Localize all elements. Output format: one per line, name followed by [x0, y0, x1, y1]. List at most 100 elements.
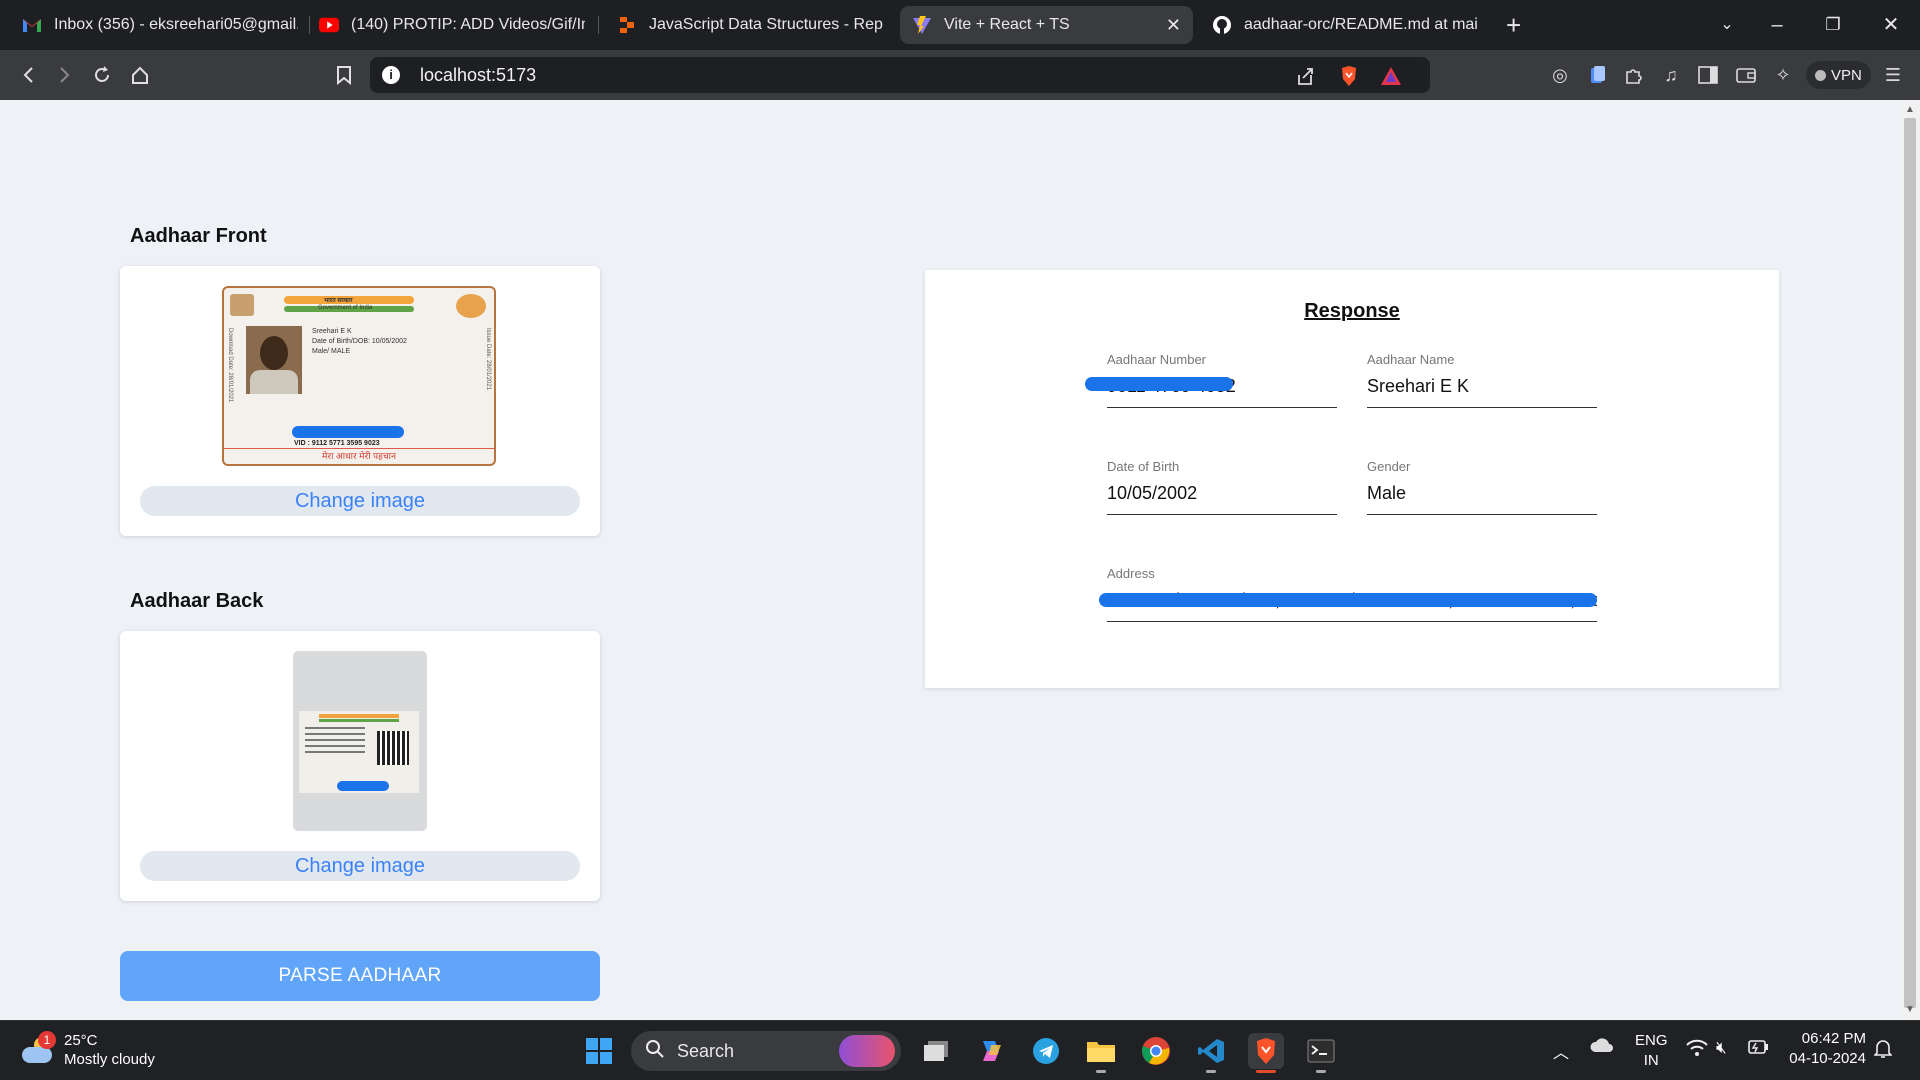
sidebar-icon[interactable]	[1697, 64, 1719, 86]
windows-start-icon[interactable]	[581, 1033, 617, 1069]
target-icon[interactable]: ◎	[1549, 64, 1571, 86]
qr-code-icon	[377, 731, 409, 765]
download-date-text: Download Date: 28/01/2021	[227, 328, 233, 403]
page-scrollbar[interactable]: ▲ ▼	[1900, 100, 1920, 1020]
weather-desc: Mostly cloudy	[64, 1051, 155, 1068]
onedrive-cloud-icon[interactable]	[1590, 1037, 1614, 1057]
aadhaar-name-field[interactable]: Aadhaar Name Sreehari E K	[1367, 352, 1597, 408]
tab-title: aadhaar-orc/README.md at main ·	[1244, 16, 1478, 33]
field-value[interactable]: Male	[1367, 483, 1597, 504]
windows-taskbar: 1 25°C Mostly cloudy Search ︿ ENG IN 🔇︎ …	[0, 1020, 1920, 1080]
field-label: Gender	[1367, 459, 1411, 474]
card-name-text: Sreehari E K	[312, 328, 352, 335]
aadhaar-back-image[interactable]	[293, 651, 427, 831]
browser-toolbar: i localhost:5173 ◎ ♫ ✧ VPN ☰	[0, 50, 1920, 100]
gender-field[interactable]: Gender Male	[1367, 459, 1597, 515]
aadhaar-front-image[interactable]: भारत सरकार Government of India Download …	[222, 286, 496, 466]
scroll-down-icon[interactable]: ▼	[1905, 1004, 1915, 1015]
url-text[interactable]: localhost:5173	[420, 65, 536, 86]
card-gender-text: Male/ MALE	[312, 348, 351, 355]
field-value[interactable]: Sreehari E K	[1367, 376, 1597, 397]
notification-bell-icon[interactable]	[1873, 1039, 1893, 1063]
vpn-button[interactable]: VPN	[1806, 61, 1871, 89]
back-icon[interactable]	[15, 62, 41, 88]
tab-replit[interactable]: JavaScript Data Structures - Replit	[605, 6, 895, 44]
aadhaar-back-card: Change image	[120, 631, 600, 901]
response-panel: Response Aadhaar Number 9011 4769 4052 A…	[925, 270, 1779, 688]
battery-icon[interactable]	[1747, 1039, 1769, 1059]
lang-text: ENG	[1635, 1032, 1668, 1049]
clock-time: 06:42 PM	[1801, 1030, 1866, 1047]
parse-aadhaar-button[interactable]: PARSE AADHAAR	[120, 951, 600, 1001]
chrome-icon[interactable]	[1138, 1033, 1174, 1069]
weather-badge: 1	[38, 1031, 56, 1049]
wifi-icon[interactable]	[1686, 1039, 1708, 1061]
media-music-icon[interactable]: ♫	[1660, 64, 1682, 86]
redaction-mark	[1085, 377, 1233, 391]
tab-search-chevron-icon[interactable]: ⌄	[1712, 10, 1742, 40]
browser-tab-strip: Inbox (356) - eksreehari05@gmail.c (140)…	[0, 0, 1920, 50]
address-bar[interactable]: i localhost:5173	[370, 57, 1430, 93]
weather-widget[interactable]: 1 25°C Mostly cloudy	[20, 1031, 155, 1069]
github-icon	[1212, 15, 1232, 35]
redaction-mark	[292, 426, 404, 438]
back-card-photo	[299, 711, 419, 793]
extensions-puzzle-icon[interactable]	[1623, 64, 1645, 86]
tab-title: (140) PROTIP: ADD Videos/Gif/Imag	[351, 16, 585, 33]
close-icon[interactable]: ✕	[1166, 15, 1181, 36]
wallet-icon[interactable]	[1735, 64, 1757, 86]
terminal-icon[interactable]	[1303, 1033, 1339, 1073]
bookmark-icon[interactable]	[331, 62, 357, 88]
menu-hamburger-icon[interactable]: ☰	[1882, 64, 1904, 86]
language-indicator[interactable]: ENG IN	[1635, 1031, 1668, 1071]
change-back-image-button[interactable]: Change image	[140, 851, 580, 881]
volume-muted-icon[interactable]: 🔇︎	[1716, 1038, 1727, 1058]
field-label: Date of Birth	[1107, 459, 1180, 474]
system-clock[interactable]: 06:42 PM 04-10-2024	[1786, 1029, 1866, 1069]
change-front-image-button[interactable]: Change image	[140, 486, 580, 516]
reload-icon[interactable]	[89, 62, 115, 88]
weather-cloud-icon: 1	[20, 1031, 56, 1065]
brave-shields-icon[interactable]	[1338, 65, 1360, 87]
response-title: Response	[1304, 300, 1400, 322]
issue-date-text: Issue Date: 28/01/2021	[485, 328, 491, 391]
file-explorer-icon[interactable]	[1083, 1033, 1119, 1073]
extension-docs-icon[interactable]	[1587, 64, 1609, 86]
task-view-icon[interactable]	[918, 1033, 954, 1069]
minimize-icon[interactable]: –	[1762, 10, 1792, 40]
new-tab-button[interactable]: +	[1506, 10, 1521, 40]
brave-rewards-icon[interactable]	[1380, 65, 1402, 87]
replit-icon	[617, 15, 637, 35]
restore-icon[interactable]: ❐	[1818, 10, 1848, 40]
emblem-icon	[230, 294, 254, 316]
weather-temp: 25°C	[64, 1032, 98, 1049]
copilot-icon[interactable]	[973, 1033, 1009, 1069]
aadhaar-front-label: Aadhaar Front	[130, 225, 267, 247]
app-page: Aadhaar Front भारत सरकार Government of I…	[0, 100, 1900, 1020]
tab-gmail[interactable]: Inbox (356) - eksreehari05@gmail.c	[10, 6, 310, 44]
brave-browser-icon[interactable]	[1248, 1033, 1284, 1073]
scrollbar-thumb[interactable]	[1904, 118, 1916, 1008]
leo-ai-icon[interactable]: ✧	[1772, 64, 1794, 86]
tray-chevron-icon[interactable]: ︿	[1553, 1039, 1569, 1063]
tab-youtube[interactable]: (140) PROTIP: ADD Videos/Gif/Imag	[307, 6, 597, 44]
telegram-icon[interactable]	[1028, 1033, 1064, 1069]
site-info-icon[interactable]: i	[382, 66, 400, 84]
vite-icon	[912, 15, 932, 35]
scroll-up-icon[interactable]: ▲	[1905, 104, 1915, 115]
region-text: IN	[1643, 1052, 1659, 1069]
forward-icon[interactable]	[52, 62, 78, 88]
taskbar-search[interactable]: Search	[631, 1031, 901, 1071]
tab-vite-active[interactable]: Vite + React + TS ✕	[900, 6, 1193, 44]
close-window-icon[interactable]: ✕	[1876, 10, 1906, 40]
tab-title: Vite + React + TS	[944, 16, 1070, 33]
dob-field[interactable]: Date of Birth 10/05/2002	[1107, 459, 1337, 515]
tab-separator	[598, 16, 599, 34]
home-icon[interactable]	[127, 62, 153, 88]
card-header-text: भारत सरकार	[324, 298, 353, 304]
tab-github[interactable]: aadhaar-orc/README.md at main ·	[1200, 6, 1490, 44]
share-icon[interactable]	[1294, 65, 1316, 87]
vscode-icon[interactable]	[1193, 1033, 1229, 1073]
aadhaar-back-label: Aadhaar Back	[130, 590, 264, 612]
field-value[interactable]: 10/05/2002	[1107, 483, 1337, 504]
